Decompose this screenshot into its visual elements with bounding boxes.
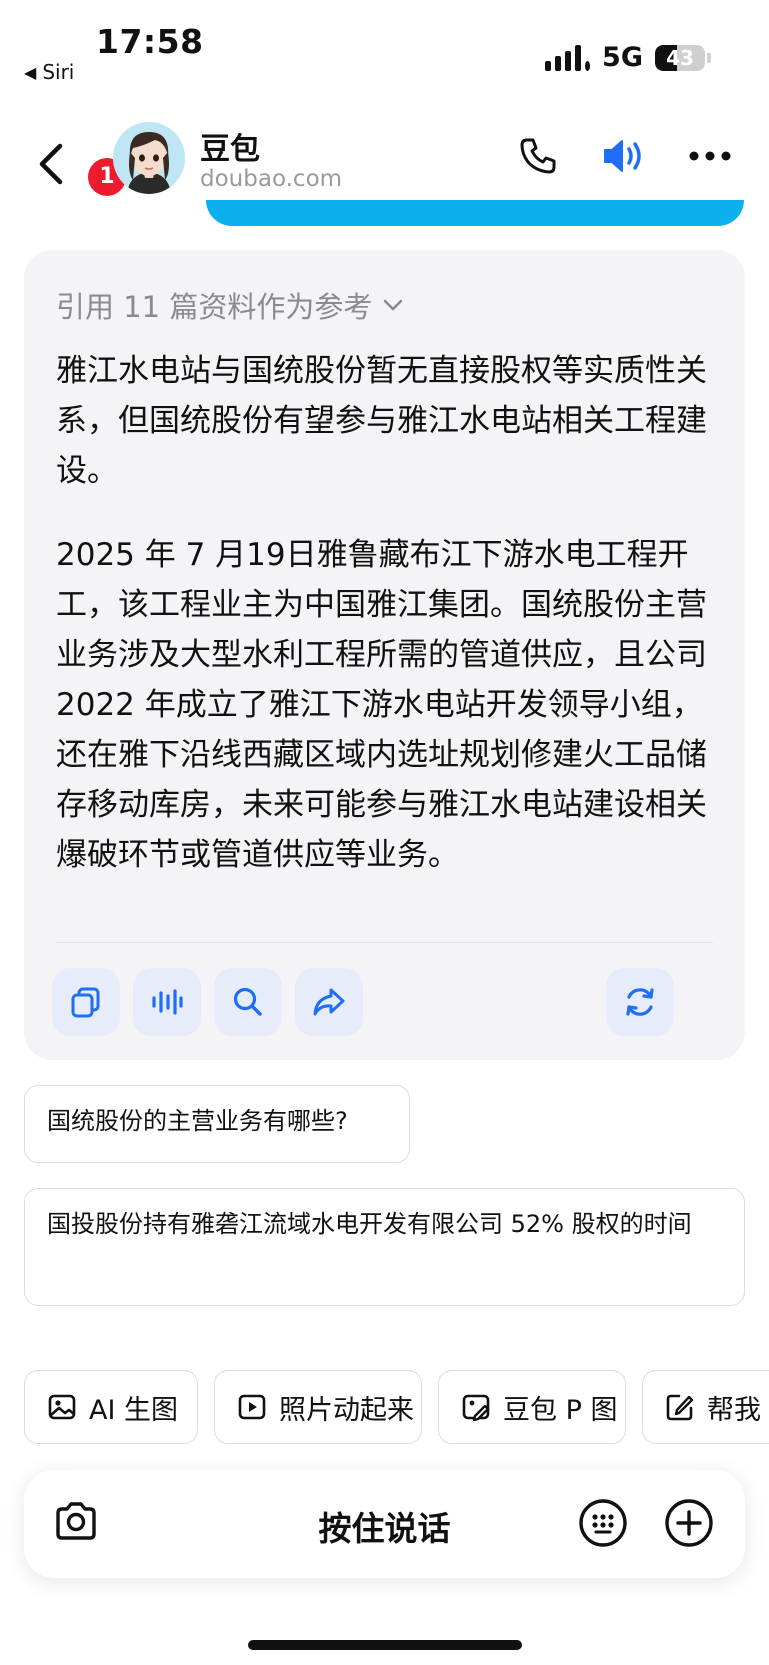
battery-tip bbox=[707, 52, 711, 63]
tool-ai-image[interactable]: AI 生图 bbox=[24, 1370, 198, 1444]
back-app-label: Siri bbox=[42, 60, 75, 84]
home-indicator[interactable] bbox=[248, 1640, 522, 1650]
battery-percent: 43 bbox=[666, 45, 694, 70]
quick-tools-row: AI 生图 照片动起来 豆包 P 图 帮我 bbox=[24, 1370, 769, 1446]
hold-to-talk-button[interactable]: 按住说话 bbox=[24, 1502, 745, 1550]
battery-icon: 43 bbox=[655, 44, 705, 71]
bot-domain: doubao.com bbox=[200, 166, 343, 192]
phone-icon bbox=[520, 138, 556, 174]
read-aloud-button[interactable] bbox=[133, 968, 201, 1036]
back-chevron-icon bbox=[39, 143, 63, 185]
back-triangle-icon: ◀ bbox=[24, 62, 37, 82]
copy-icon bbox=[71, 987, 100, 1018]
input-bar: 按住说话 bbox=[24, 1470, 745, 1578]
phone-call-button[interactable] bbox=[514, 132, 562, 180]
image-icon bbox=[48, 1394, 76, 1420]
answer-card: 引用 11 篇资料作为参考 雅江水电站与国统股份暂无直接股权等实质性关系，但国统… bbox=[24, 250, 745, 1060]
speaker-icon bbox=[604, 140, 641, 172]
tool-label: 照片动起来 bbox=[279, 1394, 414, 1426]
tool-label: 帮我 bbox=[707, 1394, 761, 1426]
answer-paragraph-1: 雅江水电站与国统股份暂无直接股权等实质性关系，但国统股份有望参与雅江水电站相关工… bbox=[56, 353, 707, 489]
tool-photo-edit[interactable]: 豆包 P 图 bbox=[438, 1370, 626, 1444]
network-type: 5G bbox=[602, 42, 643, 73]
more-icon bbox=[689, 151, 731, 161]
search-icon bbox=[233, 987, 262, 1016]
bot-name: 豆包 bbox=[200, 132, 260, 167]
more-button[interactable] bbox=[686, 132, 734, 180]
copy-button[interactable] bbox=[52, 968, 120, 1036]
cellular-signal-icon bbox=[545, 44, 591, 71]
voice-wave-icon bbox=[152, 989, 183, 1015]
back-to-app-link[interactable]: ◀ Siri bbox=[24, 60, 74, 84]
status-time: 17:58 bbox=[96, 22, 204, 61]
share-button[interactable] bbox=[295, 968, 363, 1036]
plus-icon bbox=[665, 1499, 713, 1547]
add-button[interactable] bbox=[664, 1498, 714, 1552]
chevron-down-icon bbox=[384, 299, 403, 311]
divider bbox=[56, 942, 713, 943]
answer-paragraph-2: 2025 年 7 月19日雅鲁藏布江下游水电工程开工，该工程业主为中国雅江集团。… bbox=[56, 537, 707, 873]
tool-write[interactable]: 帮我 bbox=[642, 1370, 769, 1444]
reference-toggle[interactable]: 引用 11 篇资料作为参考 bbox=[56, 284, 404, 326]
suggestion-chip-1[interactable]: 国统股份的主营业务有哪些? bbox=[24, 1085, 410, 1163]
tool-animate-photo[interactable]: 照片动起来 bbox=[214, 1370, 422, 1444]
speaker-button[interactable] bbox=[600, 132, 648, 180]
avatar-image bbox=[113, 122, 185, 194]
regenerate-icon bbox=[626, 988, 654, 1016]
suggestion-chip-2[interactable]: 国投股份持有雅砻江流域水电开发有限公司 52% 股权的时间 bbox=[24, 1188, 745, 1306]
reference-label: 引用 11 篇资料作为参考 bbox=[56, 290, 373, 324]
avatar[interactable] bbox=[113, 122, 185, 194]
keyboard-icon bbox=[579, 1499, 627, 1547]
tool-label: AI 生图 bbox=[89, 1394, 179, 1426]
tool-label: 豆包 P 图 bbox=[503, 1394, 618, 1426]
keyboard-button[interactable] bbox=[578, 1498, 628, 1552]
status-indicators: 5G 43 bbox=[545, 42, 711, 73]
regenerate-button[interactable] bbox=[606, 968, 674, 1036]
back-button[interactable]: 1 bbox=[30, 134, 126, 196]
search-button[interactable] bbox=[214, 968, 282, 1036]
previous-message-bubble bbox=[206, 200, 744, 226]
share-icon bbox=[313, 988, 345, 1016]
play-icon bbox=[238, 1394, 266, 1420]
photo-edit-icon bbox=[462, 1394, 490, 1422]
write-icon bbox=[666, 1394, 694, 1421]
